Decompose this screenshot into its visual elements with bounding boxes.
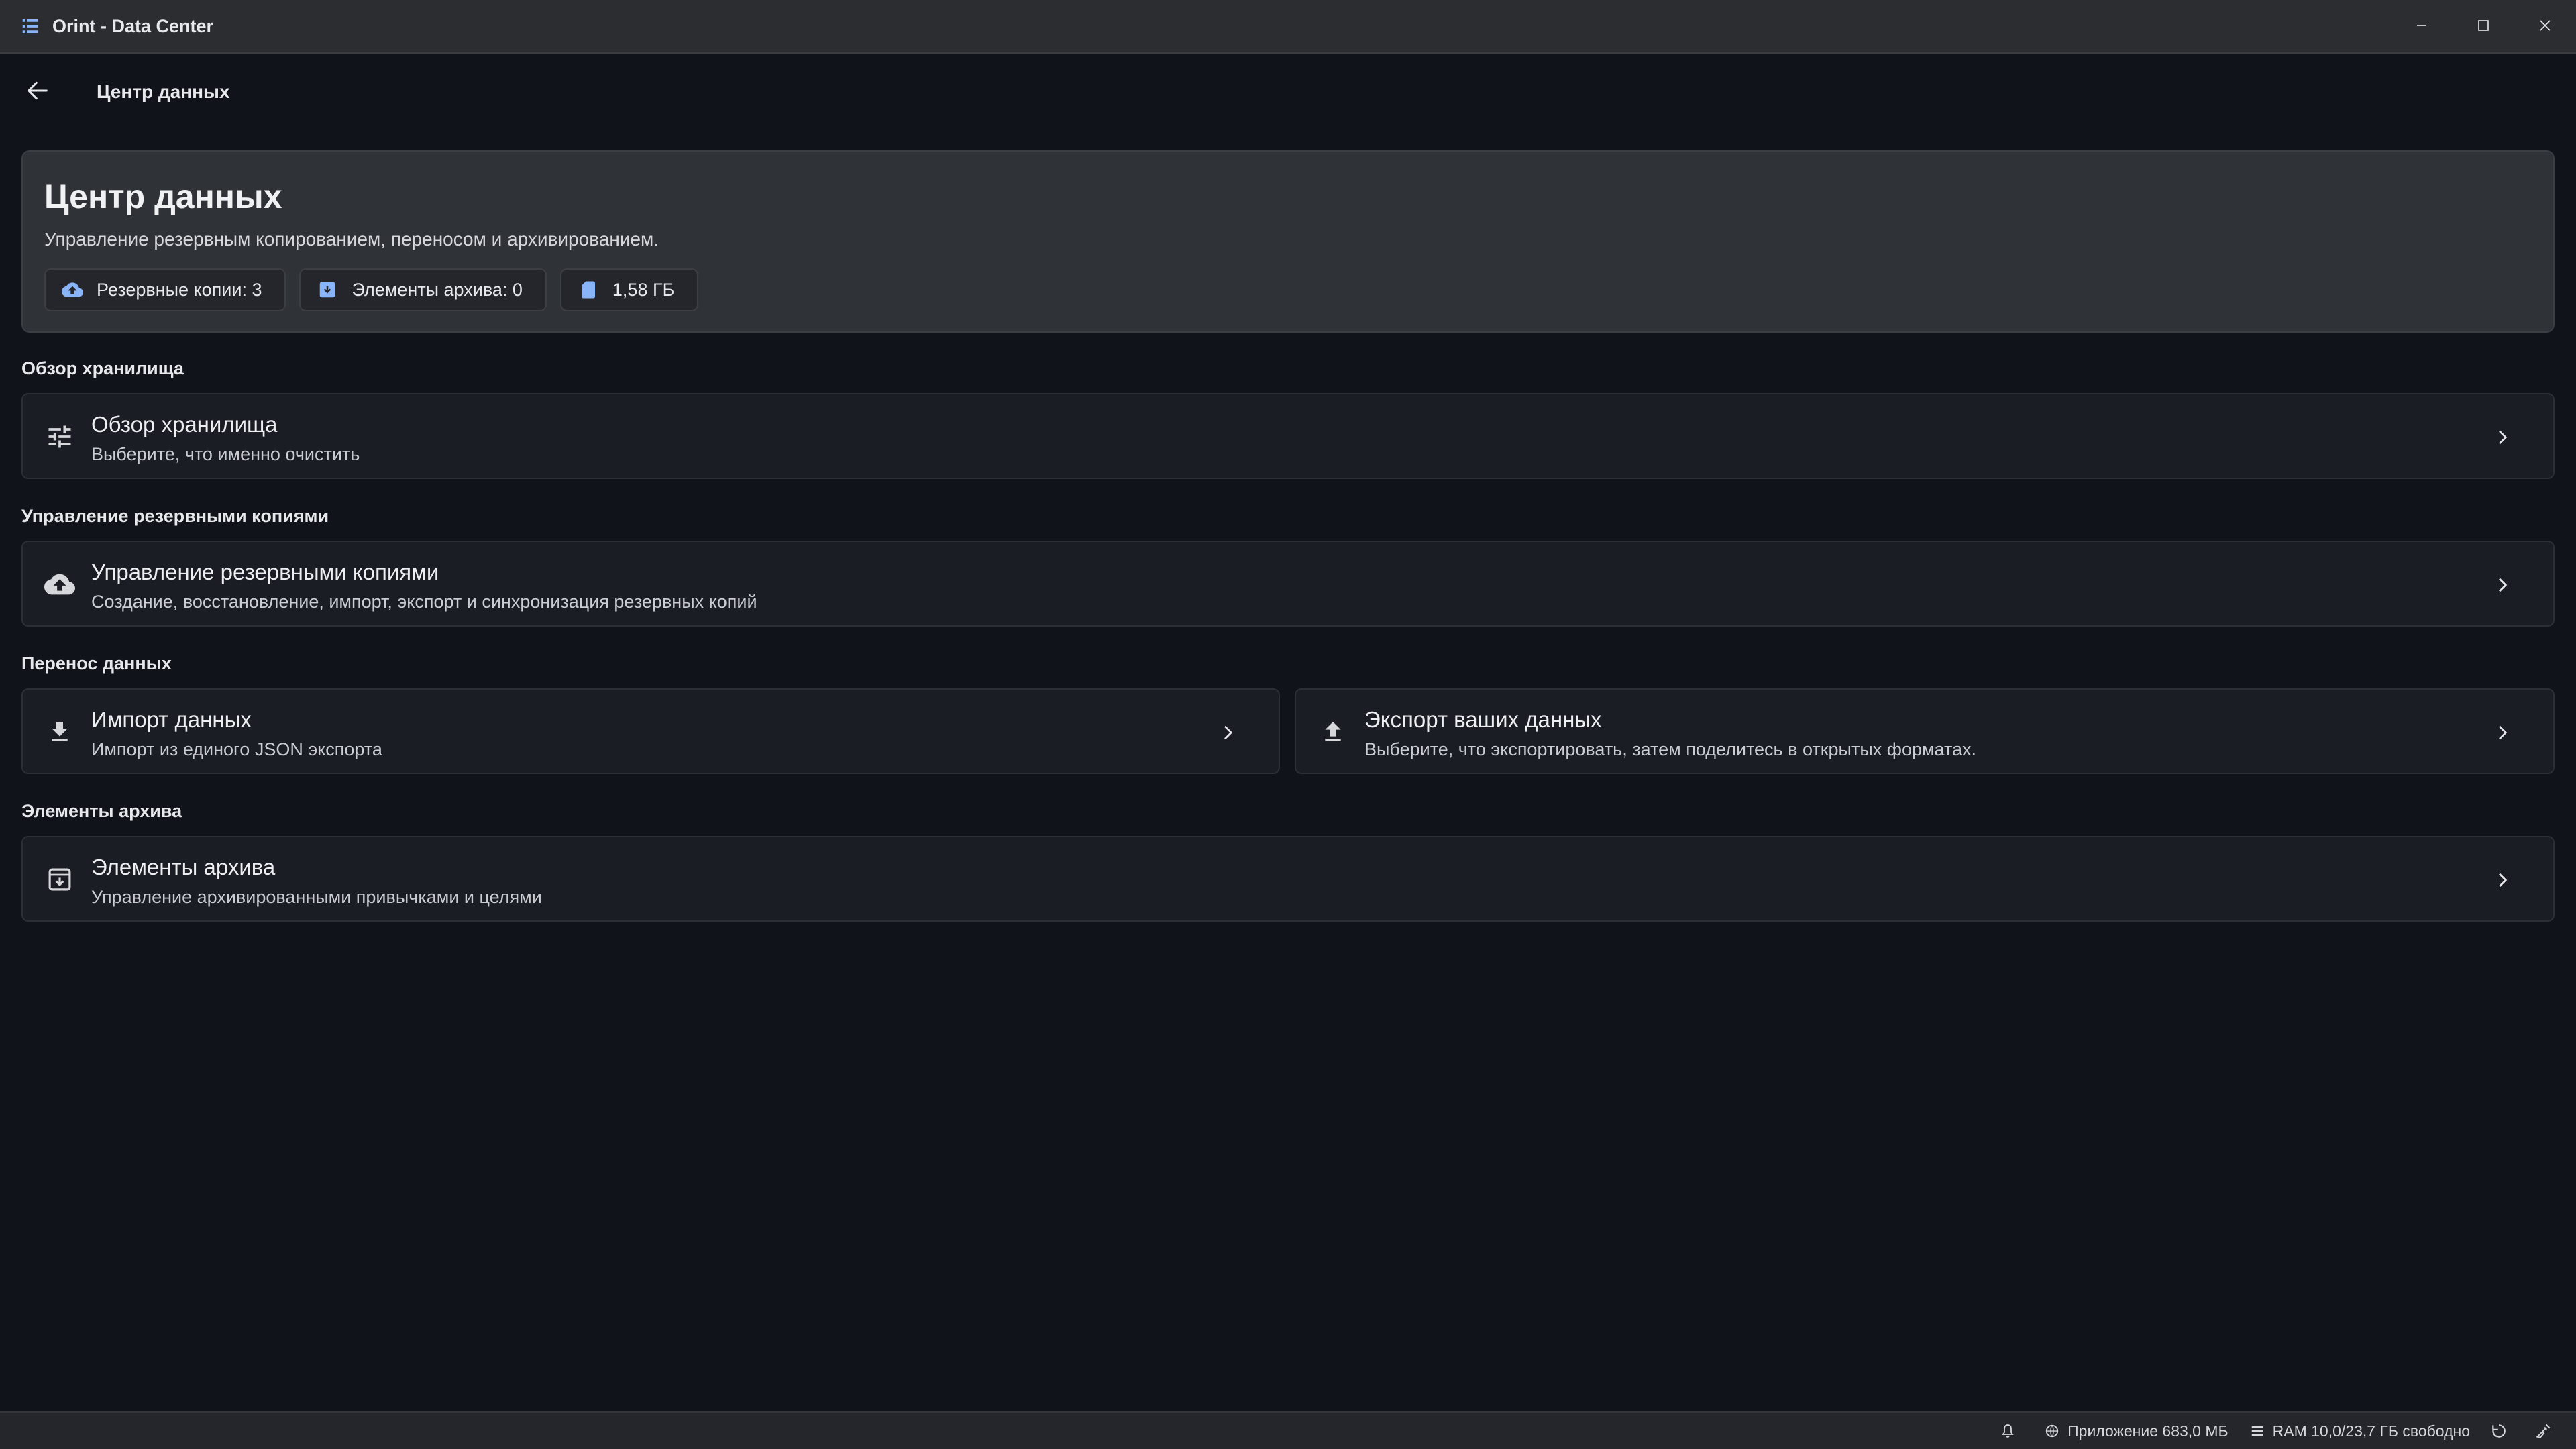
ram-text: RAM 10,0/23,7 ГБ свободно bbox=[2272, 1421, 2470, 1440]
chevron-right-icon bbox=[2489, 424, 2516, 451]
maximize-button[interactable] bbox=[2453, 0, 2514, 54]
cleaning-icon bbox=[2534, 1422, 2552, 1440]
hero-subtitle: Управление резервным копированием, перен… bbox=[44, 229, 659, 250]
ram-indicator: RAM 10,0/23,7 ГБ свободно bbox=[2249, 1422, 2470, 1440]
sd-card-icon bbox=[578, 279, 599, 301]
app-memory-text: Приложение 683,0 МБ bbox=[2068, 1421, 2229, 1440]
import-data-card[interactable]: Импорт данных Импорт из единого JSON экс… bbox=[21, 688, 1280, 774]
app-bar: Центр данных bbox=[0, 55, 2576, 129]
card-title: Управление резервными копиями bbox=[91, 559, 439, 584]
archive-icon bbox=[44, 864, 75, 895]
app-memory-indicator: Приложение 683,0 МБ bbox=[2043, 1422, 2229, 1440]
chevron-right-icon bbox=[2489, 867, 2516, 894]
close-button[interactable] bbox=[2514, 0, 2576, 54]
card-subtitle: Управление архивированными привычками и … bbox=[91, 887, 542, 907]
storage-overview-card[interactable]: Обзор хранилища Выберите, что именно очи… bbox=[21, 393, 2555, 479]
status-bar: Приложение 683,0 МБ RAM 10,0/23,7 ГБ сво… bbox=[0, 1411, 2576, 1449]
window-title: Orint - Data Center bbox=[52, 15, 214, 36]
chip-label: Резервные копии: 3 bbox=[97, 279, 262, 300]
cleanup-button[interactable] bbox=[2534, 1422, 2559, 1440]
chip-label: 1,58 ГБ bbox=[612, 279, 675, 300]
card-subtitle: Импорт из единого JSON экспорта bbox=[91, 739, 382, 759]
card-subtitle: Выберите, что экспортировать, затем поде… bbox=[1364, 739, 1977, 759]
minimize-button[interactable] bbox=[2391, 0, 2453, 54]
notifications-button[interactable] bbox=[1999, 1422, 2023, 1440]
section-label-storage: Обзор хранилища bbox=[21, 358, 184, 378]
stats-chips: Резервные копии: 3 Элементы архива: 0 1,… bbox=[44, 268, 699, 311]
bell-icon bbox=[1999, 1422, 2017, 1440]
chevron-right-icon bbox=[1214, 719, 1241, 746]
globe-icon bbox=[2043, 1422, 2061, 1440]
section-label-transfer: Перенос данных bbox=[21, 653, 172, 674]
refresh-icon bbox=[2490, 1422, 2508, 1440]
close-icon bbox=[2537, 17, 2553, 37]
chevron-right-icon bbox=[2489, 719, 2516, 746]
download-icon bbox=[44, 716, 75, 747]
window-controls bbox=[2391, 0, 2576, 54]
title-bar: Orint - Data Center bbox=[0, 0, 2576, 54]
archive-count-chip: Элементы архива: 0 bbox=[299, 268, 547, 311]
section-label-archive: Элементы архива bbox=[21, 801, 182, 821]
tune-icon bbox=[44, 421, 75, 452]
card-title: Экспорт ваших данных bbox=[1364, 707, 1602, 732]
backups-count-chip: Резервные копии: 3 bbox=[44, 268, 286, 311]
chip-label: Элементы архива: 0 bbox=[352, 279, 523, 300]
arrow-left-icon bbox=[24, 77, 51, 107]
export-data-card[interactable]: Экспорт ваших данных Выберите, что экспо… bbox=[1295, 688, 2555, 774]
card-subtitle: Создание, восстановление, импорт, экспор… bbox=[91, 592, 757, 612]
archive-icon bbox=[317, 279, 338, 301]
hero-panel: Центр данных Управление резервным копиро… bbox=[21, 150, 2555, 333]
back-button[interactable] bbox=[17, 72, 58, 112]
hero-title: Центр данных bbox=[44, 178, 282, 215]
card-title: Импорт данных bbox=[91, 707, 252, 732]
card-title: Обзор хранилища bbox=[91, 412, 278, 437]
archive-items-card[interactable]: Элементы архива Управление архивированны… bbox=[21, 836, 2555, 922]
cloud-upload-icon bbox=[44, 569, 75, 600]
minimize-icon bbox=[2414, 17, 2430, 37]
cloud-upload-icon bbox=[62, 279, 83, 301]
backup-management-card[interactable]: Управление резервными копиями Создание, … bbox=[21, 541, 2555, 627]
page-title: Центр данных bbox=[97, 81, 230, 102]
memory-list-icon bbox=[2249, 1422, 2266, 1440]
maximize-icon bbox=[2475, 17, 2491, 37]
menu-list-icon bbox=[20, 16, 40, 36]
storage-size-chip: 1,58 ГБ bbox=[559, 268, 699, 311]
refresh-button[interactable] bbox=[2490, 1422, 2514, 1440]
upload-icon bbox=[1318, 716, 1348, 747]
card-title: Элементы архива bbox=[91, 855, 276, 879]
section-label-backups: Управление резервными копиями bbox=[21, 506, 329, 526]
card-subtitle: Выберите, что именно очистить bbox=[91, 444, 360, 464]
chevron-right-icon bbox=[2489, 572, 2516, 598]
